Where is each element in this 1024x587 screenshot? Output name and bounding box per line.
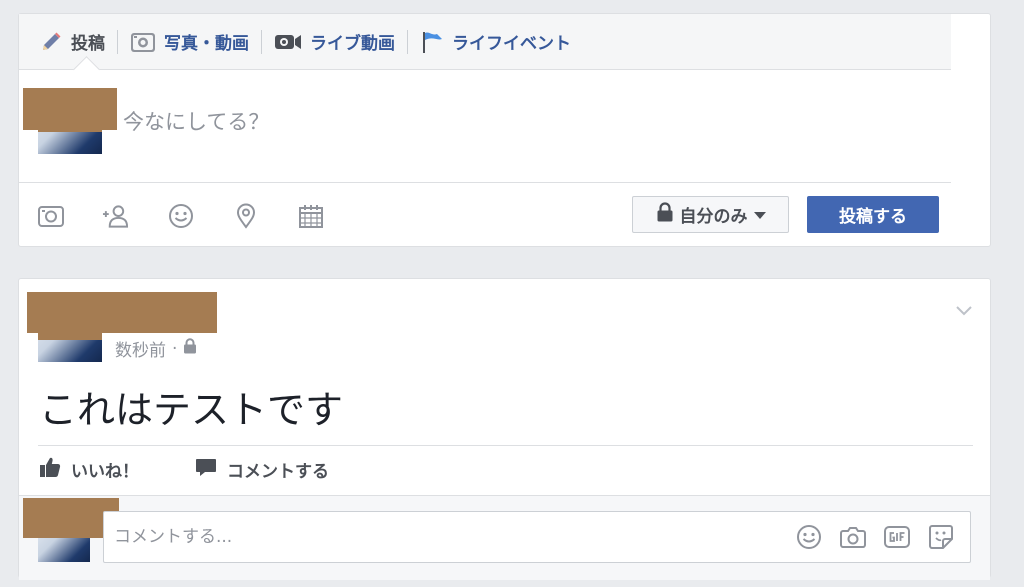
composer-toolbar <box>37 202 324 229</box>
photo-icon[interactable] <box>37 202 64 229</box>
comment-tools <box>796 524 954 550</box>
sticker-icon[interactable] <box>928 524 954 550</box>
tab-divider <box>407 29 408 54</box>
tag-friends-icon[interactable] <box>102 202 129 229</box>
tab-divider <box>117 29 118 54</box>
post-composer: 投稿 写真・動画 ライブ動画 ライフイベント 今なにしてる？ 自分のみ 投稿する <box>18 13 991 247</box>
caret-down-icon <box>753 205 766 225</box>
like-label: いいね！ <box>71 462 139 482</box>
feed-post: 数秒前 · これはテストです いいね！ コメントする コメントする... <box>18 278 991 580</box>
flag-icon <box>420 30 444 54</box>
status-input[interactable] <box>123 107 623 137</box>
tab-post-label: 投稿 <box>71 34 105 54</box>
composer-divider <box>19 182 951 183</box>
emoji-icon[interactable] <box>796 524 822 550</box>
like-button[interactable]: いいね！ <box>39 456 139 483</box>
comment-button[interactable]: コメントする <box>195 456 329 483</box>
video-camera-icon <box>274 32 302 52</box>
thumbs-up-icon <box>39 456 61 483</box>
gif-icon[interactable] <box>884 524 910 550</box>
feeling-icon[interactable] <box>167 202 194 229</box>
post-divider <box>38 445 973 446</box>
camera-icon[interactable] <box>840 524 866 550</box>
comment-label: コメントする <box>227 462 329 482</box>
post-timestamp[interactable]: 数秒前 <box>115 336 166 361</box>
tab-live-video-label: ライブ動画 <box>310 34 395 54</box>
camera-icon <box>130 30 156 54</box>
tab-live-video[interactable]: ライブ動画 <box>274 29 395 54</box>
post-text: これはテストです <box>39 388 344 432</box>
post-meta: 数秒前 · <box>115 336 197 361</box>
redaction-mask <box>23 88 117 130</box>
calendar-icon[interactable] <box>297 202 324 229</box>
composer-tabs: 投稿 写真・動画 ライブ動画 ライフイベント <box>19 14 951 70</box>
comment-input[interactable] <box>114 524 674 550</box>
tab-photo-video[interactable]: 写真・動画 <box>130 29 249 54</box>
post-actions: いいね！ コメントする <box>39 456 329 483</box>
audience-lock-icon[interactable] <box>183 338 197 359</box>
tab-photo-video-label: 写真・動画 <box>164 34 249 54</box>
lock-icon <box>656 202 674 227</box>
comment-box[interactable] <box>103 511 971 563</box>
post-button[interactable]: 投稿する <box>807 196 939 233</box>
privacy-label: 自分のみ <box>679 207 748 227</box>
location-icon[interactable] <box>232 202 259 229</box>
tab-life-event-label: ライフイベント <box>452 34 571 54</box>
tab-divider <box>261 29 262 54</box>
post-options-chevron-icon[interactable] <box>956 301 972 320</box>
tab-post[interactable]: 投稿 <box>39 29 105 54</box>
author-name-redaction <box>27 292 217 333</box>
pencil-icon <box>39 30 63 54</box>
comment-bubble-icon <box>195 456 217 483</box>
tab-life-event[interactable]: ライフイベント <box>420 29 571 54</box>
meta-separator: · <box>172 338 178 359</box>
privacy-selector[interactable]: 自分のみ <box>632 196 789 233</box>
comment-section <box>19 495 990 580</box>
